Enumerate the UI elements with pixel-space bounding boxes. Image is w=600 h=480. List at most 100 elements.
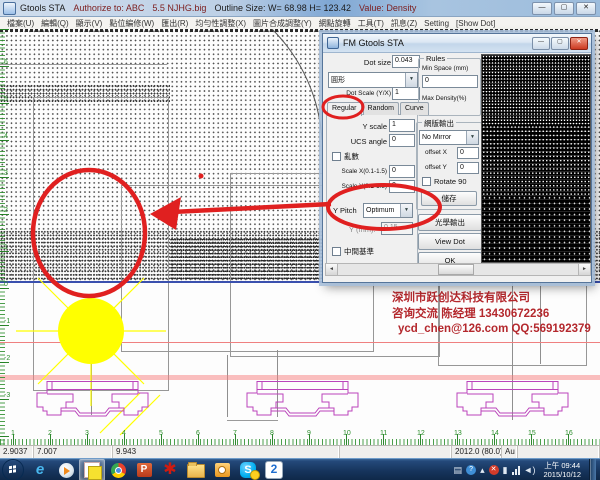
taskbar-item-powerpoint[interactable]: P <box>131 459 157 480</box>
scrollbar-thumb[interactable] <box>438 264 474 275</box>
taskbar-item-explorer[interactable] <box>183 459 209 480</box>
system-tray: ▤ ? ▴ ✕ ▮ ◄) 上午 09:44 2015/10/12 <box>454 459 600 480</box>
chrome-icon <box>111 463 126 478</box>
menu-item[interactable]: 工具(T) <box>358 18 384 29</box>
tab-curve[interactable]: Curve <box>400 102 429 115</box>
start-button[interactable] <box>2 459 24 480</box>
ucs-angle-label: UCS angle <box>329 137 387 146</box>
y-mm-input: 0.15 <box>381 222 413 235</box>
window-title: Gtools STA <box>20 3 65 13</box>
dialog-titlebar[interactable]: FM Gtools STA — ▢ ✕ <box>323 34 591 53</box>
bottom-ruler-label: 1 <box>11 430 15 437</box>
save-button[interactable]: 儲存 <box>421 191 477 206</box>
checkbox-icon[interactable] <box>332 152 341 161</box>
random-checkbox[interactable]: 亂數 <box>332 151 359 162</box>
taskbar-item-active-app[interactable] <box>79 459 105 480</box>
dot-size-input[interactable]: 0.043 <box>392 55 420 68</box>
dialog-h-scrollbar[interactable]: ◄ ► <box>325 263 591 276</box>
taskbar-item-outlook[interactable] <box>209 459 235 480</box>
scroll-left-icon[interactable]: ◄ <box>326 264 338 275</box>
ucs-angle-input[interactable]: 0 <box>389 134 415 147</box>
pink-highlight-line <box>0 375 600 380</box>
taskbar-item-chrome[interactable] <box>105 459 131 480</box>
help-tray-icon[interactable]: ? <box>466 465 476 475</box>
keyboard-icon[interactable]: ▤ <box>454 465 463 475</box>
dense-dot-band <box>0 29 600 32</box>
taskbar-item-media-player[interactable] <box>53 459 79 480</box>
min-space-input[interactable]: 0 <box>422 75 478 88</box>
chevron-down-icon[interactable]: ▼ <box>400 204 412 217</box>
bottom-ruler-label: 8 <box>270 430 274 437</box>
tab-random[interactable]: Random <box>363 102 399 115</box>
taskbar[interactable]: e P ✱ S 2 ▤ ? ▴ ✕ ▮ ◄) 上午 09:44 2015/10/… <box>0 458 600 480</box>
taskbar-item-ie[interactable]: e <box>27 459 53 480</box>
media-player-icon <box>59 463 74 478</box>
company-name: 深圳市跃创达科技有限公司 <box>392 291 591 307</box>
chevron-down-icon[interactable]: ▼ <box>405 73 417 87</box>
scale-x-input[interactable]: 0 <box>389 165 415 178</box>
center-base-checkbox[interactable]: 中間基準 <box>332 246 374 257</box>
menu-item[interactable]: 均勻性調整(X) <box>195 18 246 29</box>
close-button[interactable]: ✕ <box>576 2 596 15</box>
taskbar-item-app2[interactable]: 2 <box>261 459 287 480</box>
menu-item[interactable]: 編輯(Q) <box>41 18 69 29</box>
menu-item[interactable]: 圖片合成調整(Y) <box>253 18 312 29</box>
menu-item[interactable]: 顯示(V) <box>76 18 103 29</box>
maximize-button[interactable]: ▢ <box>554 2 574 15</box>
scale-y-input[interactable]: 0 <box>389 180 415 193</box>
y-scale-input[interactable]: 1 <box>389 119 415 132</box>
battery-icon[interactable]: ▮ <box>503 465 508 475</box>
authorize-text: Authorize to: ABC <box>73 3 144 13</box>
scroll-right-icon[interactable]: ► <box>578 264 590 275</box>
taskbar-clock[interactable]: 上午 09:44 2015/10/12 <box>539 461 585 479</box>
menu-item[interactable]: 匯出(R) <box>161 18 188 29</box>
optical-output-button[interactable]: 光學輸出 <box>418 214 482 231</box>
construction-line <box>227 355 228 417</box>
mirror-select[interactable]: No Mirror ▼ <box>419 130 479 145</box>
bottom-ruler-label: 10 <box>343 430 351 437</box>
dialog-maximize-button[interactable]: ▢ <box>551 37 569 50</box>
menu-item[interactable]: Setting <box>424 19 449 28</box>
dialog-minimize-button[interactable]: — <box>532 37 550 50</box>
construction-line <box>0 64 167 65</box>
offset-x-input[interactable]: 0 <box>457 147 479 159</box>
dialog-close-button[interactable]: ✕ <box>570 37 588 50</box>
dot-preview-panel <box>481 54 591 263</box>
left-ruler-label: 0 <box>4 281 8 288</box>
window-titlebar[interactable]: Gtools STA Authorize to: ABC 5.5 NJHG.bi… <box>0 0 600 17</box>
bottom-ruler-label: 4 <box>122 430 126 437</box>
taskbar-item-skype[interactable]: S <box>235 459 261 480</box>
left-ruler-label: 4 <box>4 133 8 140</box>
volume-icon[interactable]: ◄) <box>524 465 536 475</box>
menu-item[interactable]: 檔案(U) <box>7 18 34 29</box>
menu-item[interactable]: 點位編修(W) <box>109 18 154 29</box>
show-desktop-button[interactable] <box>589 459 596 480</box>
contact-phone: 咨询交流 陈经理 13430672236 <box>392 307 591 323</box>
checkbox-icon[interactable] <box>332 247 341 256</box>
desktop: Gtools STA Authorize to: ABC 5.5 NJHG.bi… <box>0 0 600 480</box>
bottom-ruler-label: 9 <box>307 430 311 437</box>
fm-dialog[interactable]: FM Gtools STA — ▢ ✕ Dot size 0.043 圓形 ▼ … <box>322 33 592 283</box>
offset-y-input[interactable]: 0 <box>457 162 479 174</box>
network-icon[interactable] <box>512 466 520 475</box>
menu-item[interactable]: 網點旋轉 <box>319 18 351 29</box>
minimize-button[interactable]: — <box>532 2 552 15</box>
left-ruler-label: 6 <box>4 59 8 66</box>
bottom-ruler: 12345678910111213141516 <box>0 433 600 445</box>
menu-item[interactable]: [Show Dot] <box>456 19 495 28</box>
dot-scale-input[interactable]: 1 <box>392 87 420 100</box>
tab-regular[interactable]: Regular <box>327 102 362 116</box>
menu-item[interactable]: 訊息(Z) <box>391 18 417 29</box>
status-bar: 2.90377.0079.9432012.0 (80.0)Au <box>0 445 600 459</box>
error-flag-icon[interactable]: ✕ <box>489 465 499 475</box>
dot-shape-select[interactable]: 圓形 ▼ <box>328 72 418 88</box>
watermark-contact-text: 深圳市跃创达科技有限公司 咨询交流 陈经理 13430672236 ycd_ch… <box>392 291 591 338</box>
rotate90-checkbox[interactable]: Rotate 90 <box>422 177 467 186</box>
chevron-down-icon[interactable]: ▼ <box>466 131 478 144</box>
show-hidden-icons[interactable]: ▴ <box>480 465 485 475</box>
view-dot-button[interactable]: View Dot <box>418 233 482 250</box>
y-pitch-select[interactable]: Optimum ▼ <box>363 203 413 218</box>
taskbar-item-paint[interactable]: ✱ <box>157 459 183 480</box>
checkbox-icon[interactable] <box>422 177 431 186</box>
max-density-label: Max Density(%) <box>422 95 466 102</box>
